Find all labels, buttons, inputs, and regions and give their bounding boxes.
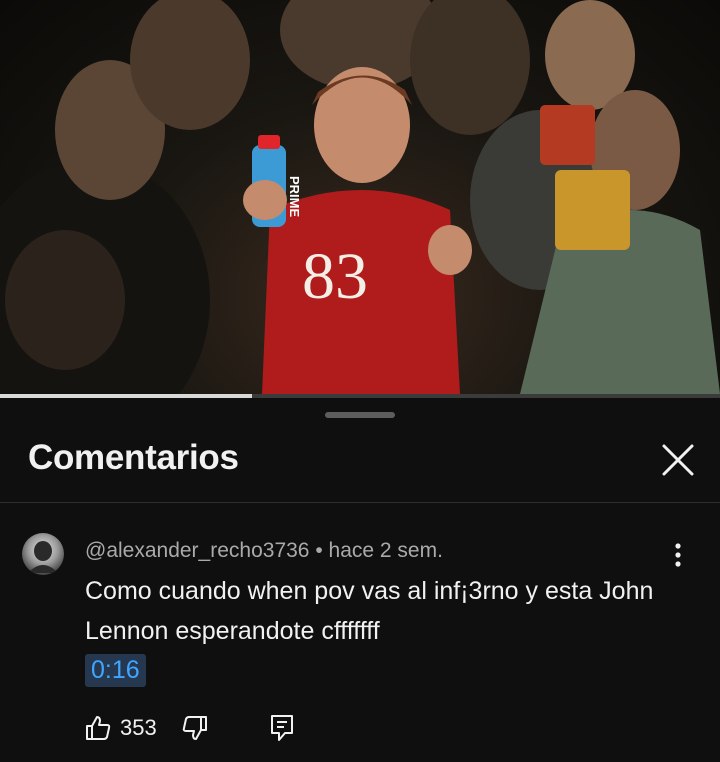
video-player[interactable]: 83 PRIME bbox=[0, 0, 720, 394]
dislike-button[interactable] bbox=[181, 714, 209, 742]
video-frame: 83 PRIME bbox=[0, 0, 720, 394]
close-icon bbox=[662, 444, 694, 476]
panel-divider bbox=[0, 502, 720, 503]
reply-button[interactable] bbox=[269, 713, 295, 743]
avatar-icon bbox=[28, 541, 58, 573]
avatar[interactable] bbox=[22, 533, 64, 575]
bottle-label: PRIME bbox=[287, 176, 302, 218]
jersey-number: 83 bbox=[302, 240, 368, 313]
drag-handle[interactable] bbox=[325, 412, 395, 418]
like-icon bbox=[86, 716, 111, 740]
like-button[interactable]: 353 bbox=[84, 714, 157, 742]
dislike-icon bbox=[182, 716, 207, 740]
reply-icon bbox=[270, 715, 293, 741]
comment-meta: @alexander_recho3736 • hace 2 sem. bbox=[85, 539, 443, 563]
comments-panel: Comentarios @alexander_recho3736 • hace … bbox=[0, 398, 720, 762]
comment-author[interactable]: @alexander_recho3736 bbox=[85, 539, 309, 562]
comment-text: Como cuando when pov vas al inf¡3rno y e… bbox=[85, 577, 654, 645]
more-options-button[interactable] bbox=[664, 540, 692, 570]
meta-separator: • bbox=[315, 539, 323, 562]
comment-age: hace 2 sem. bbox=[328, 539, 443, 562]
timestamp-link[interactable]: 0:16 bbox=[85, 654, 146, 687]
like-count: 353 bbox=[120, 715, 157, 740]
close-button[interactable] bbox=[656, 438, 700, 482]
more-vert-icon bbox=[675, 543, 681, 567]
panel-title: Comentarios bbox=[28, 438, 239, 477]
comment-actions: 353 bbox=[84, 710, 295, 746]
